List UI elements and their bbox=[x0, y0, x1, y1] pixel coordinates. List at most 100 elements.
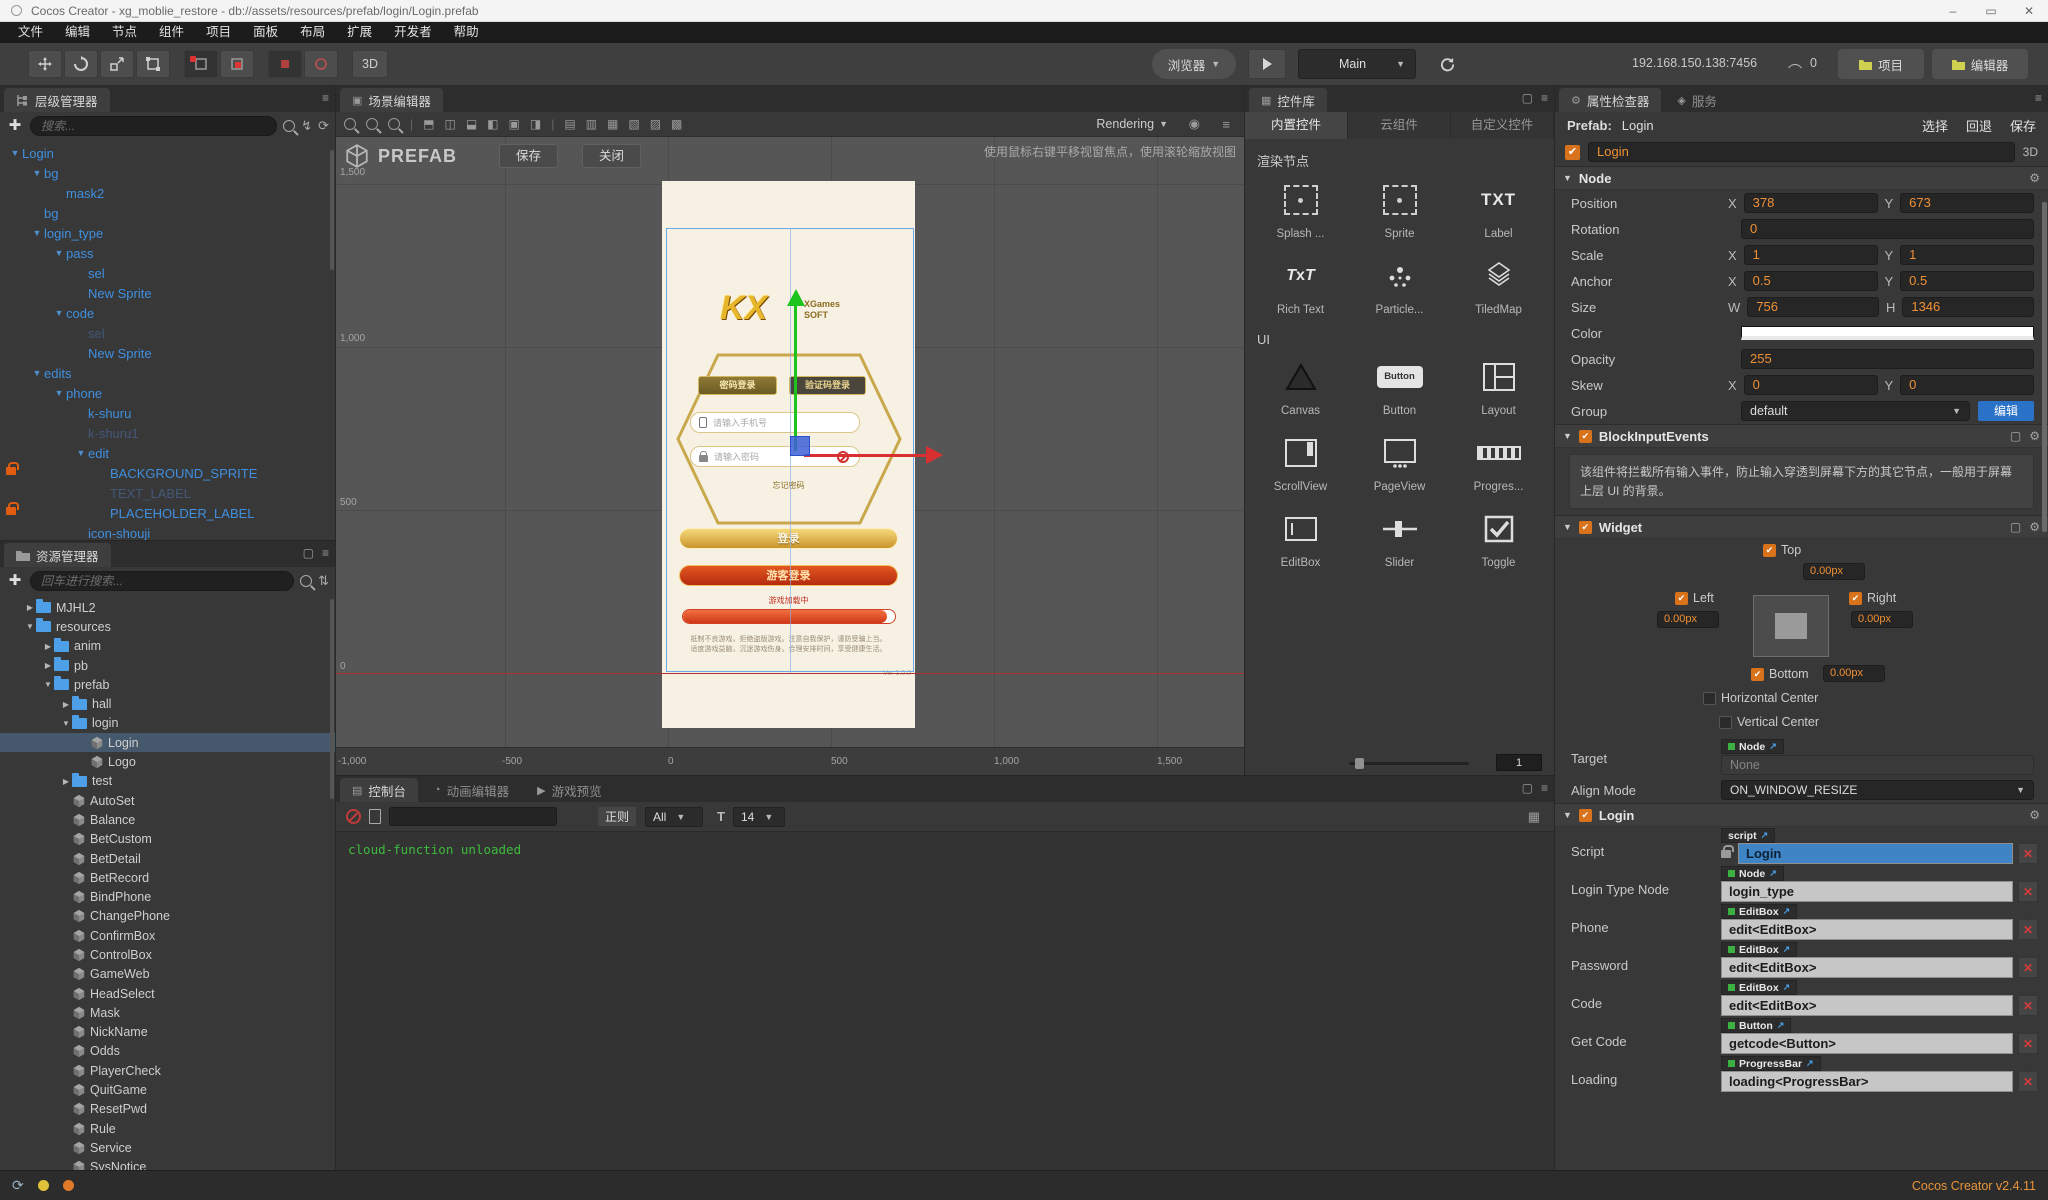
panel-menu-icon[interactable]: ≡ bbox=[1541, 781, 1548, 795]
menu-扩展[interactable]: 扩展 bbox=[337, 22, 382, 43]
asset-item[interactable]: Rule bbox=[0, 1119, 335, 1138]
collapse-arrow-icon[interactable]: ▼ bbox=[1563, 522, 1572, 532]
hierarchy-node[interactable]: New Sprite bbox=[0, 283, 335, 303]
distribute-hcenter-icon[interactable]: ▨ bbox=[650, 117, 661, 131]
hierarchy-node[interactable]: k-shuru bbox=[0, 403, 335, 423]
collapse-arrow-icon[interactable]: ▼ bbox=[1563, 810, 1572, 820]
menu-节点[interactable]: 节点 bbox=[102, 22, 147, 43]
blockinputevents-section-header[interactable]: ▼ ✔ BlockInputEvents ▢ ⚙ bbox=[1555, 424, 2048, 448]
prefab-save-button[interactable]: 保存 bbox=[2010, 116, 2036, 135]
remove-reference-button[interactable]: ✕ bbox=[2018, 1071, 2038, 1093]
gizmo-y-arrowhead[interactable] bbox=[787, 289, 805, 306]
component-enabled-checkbox[interactable]: ✔ bbox=[1578, 429, 1592, 443]
prefab-close-button[interactable]: 关闭 bbox=[582, 144, 642, 168]
hierarchy-node[interactable]: mask2 bbox=[0, 183, 335, 203]
distribute-left-icon[interactable]: ▧ bbox=[628, 117, 639, 131]
coord-world-toggle[interactable] bbox=[304, 50, 338, 78]
lib-tab-云组件[interactable]: 云组件 bbox=[1348, 112, 1451, 139]
asset-item[interactable]: QuitGame bbox=[0, 1080, 335, 1099]
scale-x-field[interactable]: 1 bbox=[1743, 245, 1878, 265]
asset-item[interactable]: ConfirmBox bbox=[0, 926, 335, 945]
collapse-arrow-icon[interactable]: ▼ bbox=[1563, 431, 1572, 441]
panel-float-icon[interactable]: ▢ bbox=[1522, 91, 1533, 105]
hierarchy-node[interactable]: ▼ Login bbox=[0, 143, 335, 163]
refresh-icon[interactable]: ⟳ bbox=[318, 118, 329, 134]
sync-icon[interactable]: ⟳ bbox=[12, 1177, 24, 1194]
remove-reference-button[interactable]: ✕ bbox=[2018, 843, 2038, 865]
skew-y-field[interactable]: 0 bbox=[1900, 375, 2034, 395]
add-node-button[interactable]: ✚ bbox=[6, 117, 24, 135]
tab-service[interactable]: ◈ 服务 bbox=[1665, 88, 1728, 112]
rotate-tool-button[interactable] bbox=[64, 50, 98, 78]
rendering-dropdown[interactable]: Rendering ▼ bbox=[1096, 117, 1168, 131]
anchor-x-field[interactable]: 0.5 bbox=[1743, 271, 1878, 291]
expand-arrow-icon[interactable]: ▼ bbox=[52, 388, 66, 398]
open-editor-button[interactable]: 编辑器 bbox=[1932, 49, 2028, 79]
filter-icon[interactable]: ↯ bbox=[301, 118, 312, 134]
asset-item[interactable]: ▶ anim bbox=[0, 637, 335, 656]
panel-menu-icon[interactable]: ≡ bbox=[322, 91, 329, 105]
expand-arrow-icon[interactable]: ▼ bbox=[74, 448, 88, 458]
position-x-field[interactable]: 378 bbox=[1743, 193, 1878, 213]
reference-field[interactable]: edit<EditBox> bbox=[1721, 995, 2013, 1017]
scrollbar[interactable] bbox=[2042, 202, 2047, 532]
asset-item[interactable]: GameWeb bbox=[0, 965, 335, 984]
asset-item[interactable]: ▶ MJHL2 bbox=[0, 598, 335, 617]
reference-field[interactable]: Login bbox=[1738, 843, 2013, 865]
gizmo-xy-handle[interactable] bbox=[790, 436, 810, 456]
scene-select-dropdown[interactable]: Main ▼ bbox=[1298, 49, 1416, 79]
asset-item[interactable]: ▼ login bbox=[0, 714, 335, 733]
color-swatch[interactable] bbox=[1741, 326, 2034, 340]
widget-bottom-field[interactable]: 0.00px bbox=[1823, 665, 1885, 683]
library-item-slider[interactable]: Slider bbox=[1350, 507, 1449, 569]
lib-tab-内置控件[interactable]: 内置控件 bbox=[1245, 112, 1348, 139]
asset-item[interactable]: Logo bbox=[0, 752, 335, 771]
menu-组件[interactable]: 组件 bbox=[149, 22, 194, 43]
close-button[interactable]: ✕ bbox=[2010, 1, 2048, 21]
reference-field[interactable]: getcode<Button> bbox=[1721, 1033, 2013, 1055]
asset-item[interactable]: BetDetail bbox=[0, 849, 335, 868]
widget-right-field[interactable]: 0.00px bbox=[1851, 611, 1913, 629]
preview-target-dropdown[interactable]: 浏览器 ▼ bbox=[1152, 49, 1236, 79]
panel-menu-icon[interactable]: ≡ bbox=[1222, 117, 1230, 132]
hierarchy-node[interactable]: icon-shouji bbox=[0, 523, 335, 541]
gizmo-x-arrowhead[interactable] bbox=[926, 446, 943, 464]
console-filter-input[interactable] bbox=[389, 807, 557, 826]
panel-float-icon[interactable]: ▢ bbox=[1522, 781, 1533, 795]
widget-top-checkbox[interactable]: ✔ bbox=[1763, 543, 1776, 557]
widget-left-checkbox[interactable]: ✔ bbox=[1675, 591, 1688, 605]
hierarchy-node[interactable]: sel bbox=[0, 263, 335, 283]
play-button[interactable] bbox=[1248, 49, 1286, 79]
hierarchy-node[interactable]: TEXT_LABEL bbox=[0, 483, 335, 503]
search-icon[interactable] bbox=[283, 120, 296, 132]
refresh-button[interactable] bbox=[1430, 49, 1464, 79]
expand-arrow-icon[interactable]: ▼ bbox=[30, 228, 44, 238]
zoom-in-icon[interactable] bbox=[344, 118, 356, 130]
console-log-area[interactable]: cloud-function unloaded bbox=[336, 831, 1554, 1170]
library-zoom-slider[interactable] bbox=[1349, 758, 1469, 769]
hierarchy-node[interactable]: ▼ bg bbox=[0, 163, 335, 183]
camera-icon[interactable]: ◉ bbox=[1189, 116, 1200, 132]
expand-arrow-icon[interactable]: ▼ bbox=[30, 168, 44, 178]
sort-icon[interactable]: ⇅ bbox=[318, 573, 329, 589]
library-item-toggle[interactable]: Toggle bbox=[1449, 507, 1548, 569]
tab-animation-editor[interactable]: ◔ 动画编辑器 bbox=[422, 778, 521, 802]
asset-item[interactable]: NickName bbox=[0, 1023, 335, 1042]
expand-arrow-icon[interactable]: ▼ bbox=[8, 148, 22, 158]
hierarchy-node[interactable]: ▼ code bbox=[0, 303, 335, 323]
library-item-canvas[interactable]: Canvas bbox=[1251, 355, 1350, 417]
asset-item[interactable]: ResetPwd bbox=[0, 1100, 335, 1119]
expand-arrow-icon[interactable]: ▶ bbox=[42, 642, 54, 651]
asset-item[interactable]: ChangePhone bbox=[0, 907, 335, 926]
node-active-checkbox[interactable]: ✔ bbox=[1565, 144, 1580, 160]
group-dropdown[interactable]: default ▼ bbox=[1741, 401, 1970, 421]
asset-item[interactable]: BetCustom bbox=[0, 830, 335, 849]
collapse-arrow-icon[interactable]: ▼ bbox=[1563, 173, 1572, 183]
add-asset-button[interactable]: ✚ bbox=[6, 572, 24, 590]
align-bottom-icon[interactable]: ⬓ bbox=[466, 117, 477, 131]
move-tool-button[interactable] bbox=[28, 50, 62, 78]
distribute-top-icon[interactable]: ▤ bbox=[564, 117, 575, 131]
gizmo-x-arrow[interactable] bbox=[804, 454, 926, 457]
hierarchy-node[interactable]: ▼ login_type bbox=[0, 223, 335, 243]
asset-item[interactable]: HeadSelect bbox=[0, 984, 335, 1003]
